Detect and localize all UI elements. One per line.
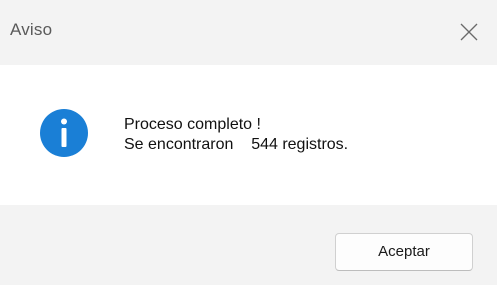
dialog-body: Proceso completo ! Se encontraron 544 re… bbox=[0, 65, 497, 205]
title-bar: Aviso bbox=[0, 0, 497, 65]
close-icon bbox=[460, 23, 478, 41]
message-text: Proceso completo ! Se encontraron 544 re… bbox=[124, 115, 348, 155]
dialog-footer: Aceptar bbox=[0, 205, 497, 285]
message-dialog: Aviso Proceso completo ! Se encontraron … bbox=[0, 0, 497, 285]
info-icon bbox=[40, 109, 88, 157]
close-button[interactable] bbox=[455, 18, 483, 46]
accept-button[interactable]: Aceptar bbox=[335, 233, 473, 271]
message-line-1: Proceso completo ! bbox=[124, 116, 261, 133]
message-line-2: Se encontraron 544 registros. bbox=[124, 136, 349, 153]
dialog-title: Aviso bbox=[10, 20, 53, 39]
